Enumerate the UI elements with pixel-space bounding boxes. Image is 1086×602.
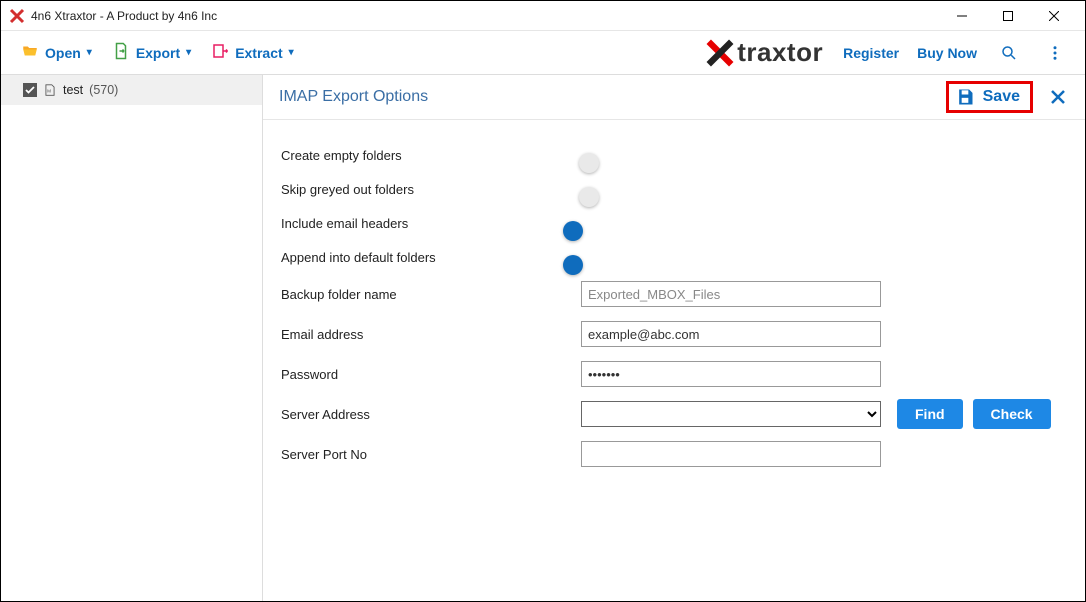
search-icon[interactable] (995, 39, 1023, 67)
row-password: Password (281, 354, 1067, 394)
row-server-port: Server Port No (281, 434, 1067, 474)
extract-icon (211, 42, 229, 63)
backup-folder-input[interactable] (581, 281, 881, 307)
row-create-empty: Create empty folders (281, 138, 1067, 172)
label-skip-greyed: Skip greyed out folders (281, 182, 581, 197)
label-password: Password (281, 367, 581, 382)
file-export-icon (112, 42, 130, 63)
row-skip-greyed: Skip greyed out folders (281, 172, 1067, 206)
folder-open-icon (21, 42, 39, 63)
sidebar: M test (570) (1, 75, 263, 601)
server-addr-select[interactable] (581, 401, 881, 427)
file-mbox-icon: M (43, 83, 57, 97)
label-server-addr: Server Address (281, 407, 581, 422)
password-input[interactable] (581, 361, 881, 387)
open-menu[interactable]: Open ▾ (11, 31, 102, 75)
menubar: Open ▾ Export ▾ Extract ▾ traxtor Regist… (1, 31, 1085, 75)
logo-text: traxtor (737, 37, 823, 68)
label-append-default: Append into default folders (281, 250, 581, 265)
main-area: M test (570) IMAP Export Options Save Cr… (1, 75, 1085, 601)
close-window-button[interactable] (1031, 1, 1077, 31)
chevron-down-icon: ▾ (186, 47, 191, 58)
email-input[interactable] (581, 321, 881, 347)
titlebar: 4n6 Xtraxtor - A Product by 4n6 Inc (1, 1, 1085, 31)
export-label: Export (136, 45, 180, 61)
more-vertical-icon[interactable] (1041, 39, 1069, 67)
chevron-down-icon: ▾ (289, 47, 294, 58)
save-label: Save (983, 88, 1020, 106)
server-port-input[interactable] (581, 441, 881, 467)
open-label: Open (45, 45, 81, 61)
minimize-button[interactable] (939, 1, 985, 31)
label-email: Email address (281, 327, 581, 342)
extract-label: Extract (235, 45, 282, 61)
panel-header: IMAP Export Options Save (263, 75, 1085, 120)
export-menu[interactable]: Export ▾ (102, 31, 201, 75)
label-server-port: Server Port No (281, 447, 581, 462)
svg-text:M: M (47, 88, 51, 93)
register-link[interactable]: Register (843, 45, 899, 61)
content-panel: IMAP Export Options Save Create empty fo… (263, 75, 1085, 601)
chevron-down-icon: ▾ (87, 47, 92, 58)
row-backup-folder: Backup folder name (281, 274, 1067, 314)
tree-item-count: (570) (89, 83, 118, 97)
app-logo-icon (9, 8, 25, 24)
window-controls (939, 1, 1077, 31)
check-button[interactable]: Check (973, 399, 1051, 429)
save-button[interactable]: Save (946, 81, 1033, 113)
checkbox-checked-icon[interactable] (23, 83, 37, 97)
maximize-button[interactable] (985, 1, 1031, 31)
label-include-headers: Include email headers (281, 216, 581, 231)
find-button[interactable]: Find (897, 399, 963, 429)
tree-item-test[interactable]: M test (570) (1, 75, 262, 105)
label-backup-folder: Backup folder name (281, 287, 581, 302)
row-server-addr: Server Address Find Check (281, 394, 1067, 434)
extract-menu[interactable]: Extract ▾ (201, 31, 304, 75)
save-icon (955, 87, 975, 107)
close-panel-button[interactable] (1047, 86, 1069, 108)
options-form: Create empty folders Skip greyed out fol… (263, 120, 1085, 474)
window-title: 4n6 Xtraxtor - A Product by 4n6 Inc (31, 9, 939, 23)
buy-now-link[interactable]: Buy Now (917, 45, 977, 61)
brand-logo: traxtor (705, 37, 823, 68)
label-create-empty: Create empty folders (281, 148, 581, 163)
header-links: Register Buy Now (843, 39, 1069, 67)
tree-item-label: test (63, 83, 83, 97)
panel-title: IMAP Export Options (279, 88, 946, 106)
row-email: Email address (281, 314, 1067, 354)
row-append-default: Append into default folders (281, 240, 1067, 274)
row-include-headers: Include email headers (281, 206, 1067, 240)
